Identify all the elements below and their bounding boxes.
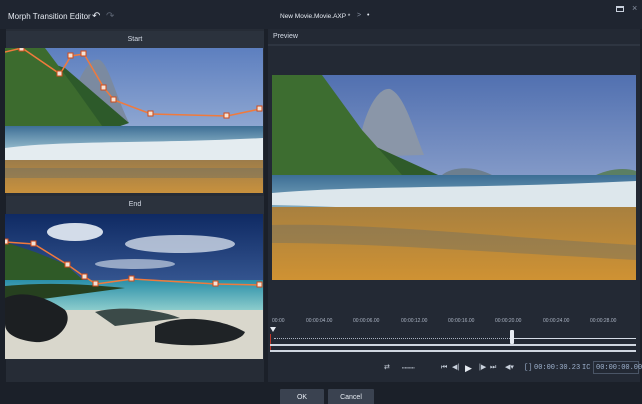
- next-frame-icon[interactable]: |▶: [479, 362, 486, 374]
- first-frame-icon[interactable]: ⏮: [441, 362, 447, 374]
- duration-marker: []: [524, 364, 533, 372]
- track-line-1: [270, 344, 636, 346]
- end-header: End: [6, 196, 264, 214]
- cancel-button[interactable]: Cancel: [328, 389, 374, 404]
- maximize-icon[interactable]: [616, 6, 624, 12]
- track-line-2: [270, 350, 636, 352]
- tick-label: 00:00:24.00: [543, 318, 570, 324]
- last-frame-icon[interactable]: ⏭: [490, 362, 496, 374]
- preview-image: [272, 75, 636, 280]
- start-header: Start: [6, 31, 264, 49]
- timeline[interactable]: 00:00 00:00:04.00 00:00:06.00 00:00:12.0…: [270, 312, 640, 360]
- tick-label: 00:00:12.00: [401, 318, 428, 324]
- ok-button[interactable]: OK: [280, 389, 324, 404]
- start-frame-image[interactable]: [5, 48, 263, 193]
- timecode-marker: IC: [582, 364, 591, 372]
- undo-icon[interactable]: ↶: [92, 11, 100, 22]
- tick-label: 00:00:06.00: [353, 318, 380, 324]
- tick-label: 00:00: [272, 318, 285, 324]
- play-icon[interactable]: ▶: [465, 362, 472, 374]
- start-marker[interactable]: [270, 327, 276, 332]
- prev-frame-icon[interactable]: ◀|: [452, 362, 459, 374]
- remaining-track: [512, 338, 636, 339]
- volume-slider[interactable]: ▪▪▪▪▪▪▪▪▪: [402, 362, 415, 374]
- preview-divider: [268, 44, 640, 46]
- breadcrumb-separator: >: [357, 12, 362, 19]
- playback-controls: ⇄ ▪▪▪▪▪▪▪▪▪ ⏮ ◀| ▶ |▶ ⏭ ◀▾ [] 00:00:30.2…: [384, 361, 642, 374]
- title-bar: Morph Transition Editor ↶ ↷ New Movie.Mo…: [0, 0, 642, 29]
- document-title: New Movie.Movie.AXP *: [280, 13, 351, 20]
- volume-menu-icon[interactable]: ◀▾: [505, 362, 514, 374]
- end-frame-image[interactable]: [5, 214, 263, 359]
- duration-display: 00:00:30.23: [534, 364, 581, 372]
- close-icon[interactable]: ×: [632, 3, 637, 13]
- tick-label: 00:00:04.00: [306, 318, 333, 324]
- loop-icon[interactable]: ⇄: [384, 362, 390, 374]
- preview-label: Preview: [273, 33, 298, 40]
- timecode-input[interactable]: 00:00:00.00: [593, 361, 642, 374]
- tick-label: 00:00:20.00: [495, 318, 522, 324]
- played-track: [274, 338, 512, 339]
- window-title: Morph Transition Editor: [8, 12, 91, 21]
- redo-icon[interactable]: ↷: [106, 11, 114, 22]
- tick-label: 00:00:28.00: [590, 318, 617, 324]
- playhead-handle[interactable]: [510, 330, 514, 344]
- tick-label: 00:00:16.00: [448, 318, 475, 324]
- status-dot: •: [367, 12, 370, 19]
